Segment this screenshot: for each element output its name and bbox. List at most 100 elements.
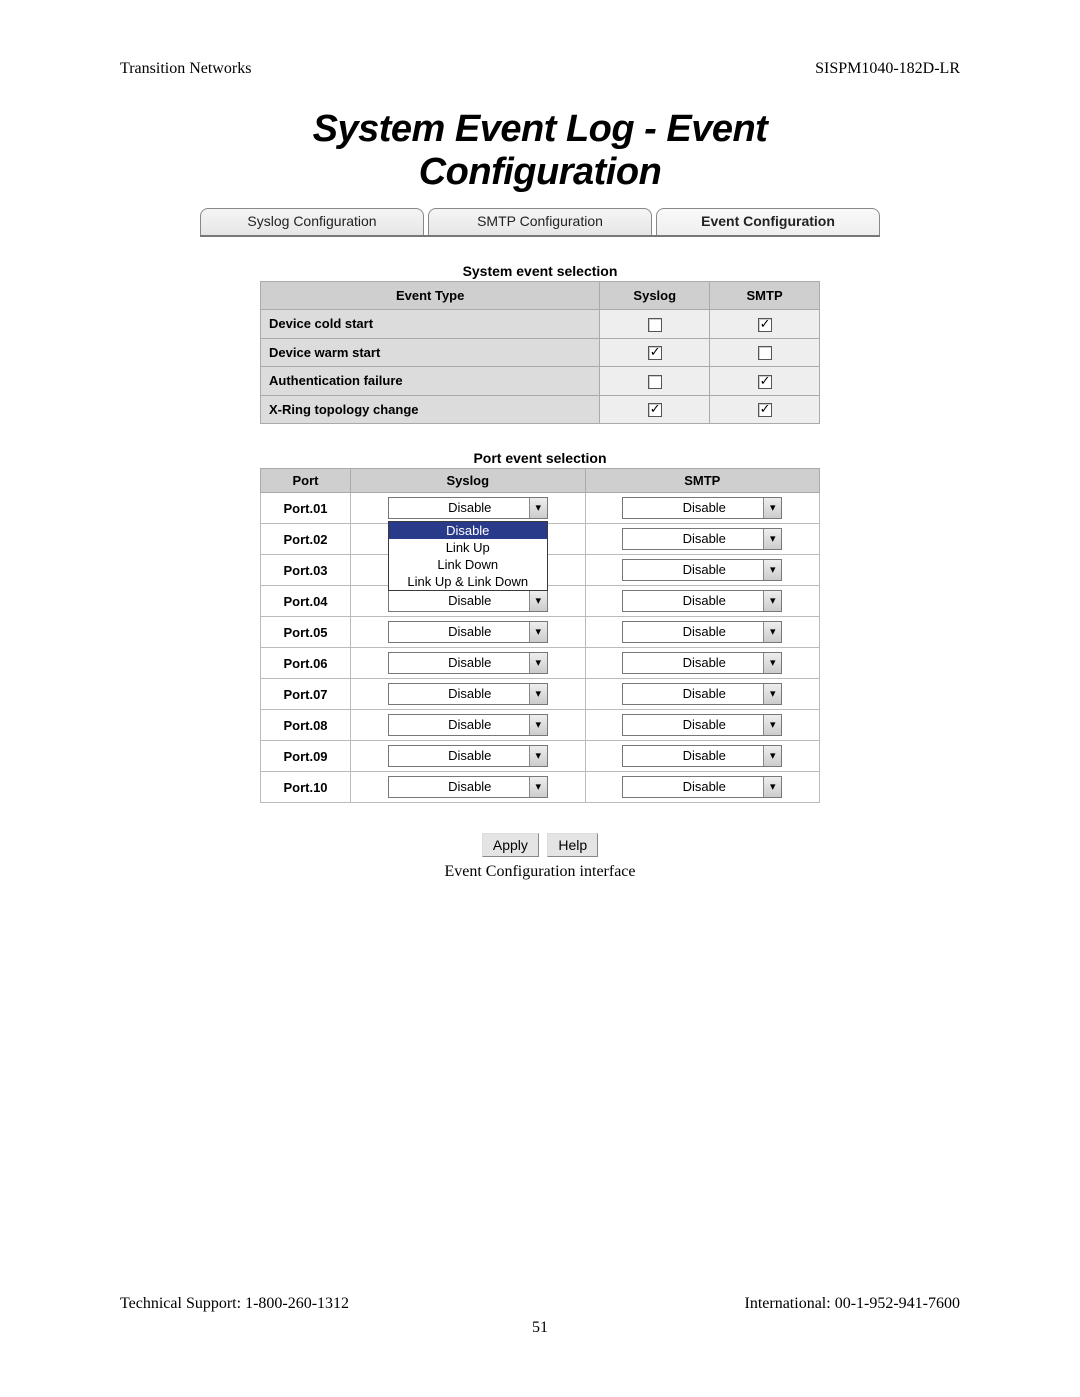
event-name: Device warm start bbox=[261, 338, 600, 367]
checkbox-smtp[interactable] bbox=[758, 403, 772, 417]
port02-smtp-select[interactable]: Disable bbox=[622, 528, 782, 550]
model-name: SISPM1040-182D-LR bbox=[815, 60, 960, 78]
chevron-down-icon bbox=[763, 622, 781, 642]
table-row: Device cold start bbox=[261, 310, 820, 339]
port03-smtp-select[interactable]: Disable bbox=[622, 559, 782, 581]
button-row: Apply Help bbox=[190, 833, 890, 857]
port10-syslog-select[interactable]: Disable bbox=[388, 776, 548, 798]
table-row: X-Ring topology change bbox=[261, 395, 820, 424]
tabs: Syslog Configuration SMTP Configuration … bbox=[200, 208, 880, 237]
event-name: X-Ring topology change bbox=[261, 395, 600, 424]
port05-syslog-select[interactable]: Disable bbox=[388, 621, 548, 643]
port08-smtp-select[interactable]: Disable bbox=[622, 714, 782, 736]
select-value: Disable bbox=[683, 531, 726, 546]
chevron-down-icon bbox=[763, 591, 781, 611]
help-button[interactable]: Help bbox=[547, 833, 598, 857]
port-name: Port.02 bbox=[261, 524, 351, 555]
port01-syslog-dropdown-menu[interactable]: Disable Link Up Link Down Link Up & Link… bbox=[388, 521, 548, 591]
option-link-down[interactable]: Link Down bbox=[389, 556, 547, 573]
vendor-name: Transition Networks bbox=[120, 60, 251, 78]
tab-event-configuration[interactable]: Event Configuration bbox=[656, 208, 880, 235]
port05-smtp-select[interactable]: Disable bbox=[622, 621, 782, 643]
port04-smtp-select[interactable]: Disable bbox=[622, 590, 782, 612]
port06-syslog-select[interactable]: Disable bbox=[388, 652, 548, 674]
chevron-down-icon bbox=[529, 715, 547, 735]
port04-syslog-select[interactable]: Disable bbox=[388, 590, 548, 612]
port01-syslog-select[interactable]: Disable bbox=[388, 497, 548, 519]
chevron-down-icon bbox=[529, 684, 547, 704]
chevron-down-icon bbox=[763, 560, 781, 580]
table-row: Port.09 Disable Disable bbox=[261, 741, 820, 772]
port-name: Port.06 bbox=[261, 648, 351, 679]
checkbox-syslog[interactable] bbox=[648, 375, 662, 389]
system-event-table: Event Type Syslog SMTP Device cold start… bbox=[260, 281, 820, 424]
chevron-down-icon bbox=[763, 746, 781, 766]
select-value: Disable bbox=[683, 717, 726, 732]
checkbox-syslog[interactable] bbox=[648, 403, 662, 417]
chevron-down-icon bbox=[529, 622, 547, 642]
select-value: Disable bbox=[683, 624, 726, 639]
option-disable[interactable]: Disable bbox=[389, 522, 547, 539]
port08-syslog-select[interactable]: Disable bbox=[388, 714, 548, 736]
chevron-down-icon bbox=[529, 653, 547, 673]
system-event-caption: System event selection bbox=[190, 263, 890, 279]
select-value: Disable bbox=[683, 748, 726, 763]
port-name: Port.08 bbox=[261, 710, 351, 741]
international-support: International: 00-1-952-941-7600 bbox=[745, 1295, 961, 1313]
col-smtp: SMTP bbox=[710, 282, 820, 310]
col-event-type: Event Type bbox=[261, 282, 600, 310]
col-port: Port bbox=[261, 469, 351, 493]
page-number: 51 bbox=[120, 1319, 960, 1337]
port09-syslog-select[interactable]: Disable bbox=[388, 745, 548, 767]
chevron-down-icon bbox=[763, 653, 781, 673]
select-value: Disable bbox=[448, 779, 491, 794]
select-value: Disable bbox=[448, 686, 491, 701]
port-event-table: Port Syslog SMTP Port.01 Disable Disable… bbox=[260, 468, 820, 803]
event-name: Authentication failure bbox=[261, 367, 600, 396]
col-syslog: Syslog bbox=[600, 282, 710, 310]
select-value: Disable bbox=[448, 717, 491, 732]
port-event-caption: Port event selection bbox=[190, 450, 890, 466]
port-name: Port.05 bbox=[261, 617, 351, 648]
figure-caption: Event Configuration interface bbox=[190, 863, 890, 881]
chevron-down-icon bbox=[529, 591, 547, 611]
select-value: Disable bbox=[683, 779, 726, 794]
col-syslog: Syslog bbox=[351, 469, 586, 493]
select-value: Disable bbox=[683, 500, 726, 515]
port06-smtp-select[interactable]: Disable bbox=[622, 652, 782, 674]
checkbox-syslog[interactable] bbox=[648, 318, 662, 332]
port07-syslog-select[interactable]: Disable bbox=[388, 683, 548, 705]
tab-smtp-configuration[interactable]: SMTP Configuration bbox=[428, 208, 652, 235]
document-footer: Technical Support: 1-800-260-1312 Intern… bbox=[120, 1295, 960, 1337]
chevron-down-icon bbox=[763, 529, 781, 549]
checkbox-smtp[interactable] bbox=[758, 346, 772, 360]
port09-smtp-select[interactable]: Disable bbox=[622, 745, 782, 767]
chevron-down-icon bbox=[529, 746, 547, 766]
table-row: Authentication failure bbox=[261, 367, 820, 396]
port-name: Port.04 bbox=[261, 586, 351, 617]
ui-panel: System Event Log - Event Configuration S… bbox=[190, 108, 890, 881]
checkbox-syslog[interactable] bbox=[648, 346, 662, 360]
select-value: Disable bbox=[448, 624, 491, 639]
col-smtp: SMTP bbox=[585, 469, 820, 493]
select-value: Disable bbox=[683, 655, 726, 670]
table-row: Port.10 Disable Disable bbox=[261, 772, 820, 803]
checkbox-smtp[interactable] bbox=[758, 318, 772, 332]
chevron-down-icon bbox=[529, 777, 547, 797]
option-link-up-and-down[interactable]: Link Up & Link Down bbox=[389, 573, 547, 590]
port07-smtp-select[interactable]: Disable bbox=[622, 683, 782, 705]
table-row: Port.05 Disable Disable bbox=[261, 617, 820, 648]
tech-support: Technical Support: 1-800-260-1312 bbox=[120, 1295, 349, 1313]
event-name: Device cold start bbox=[261, 310, 600, 339]
chevron-down-icon bbox=[529, 498, 547, 518]
page-title: System Event Log - Event Configuration bbox=[190, 108, 890, 194]
port10-smtp-select[interactable]: Disable bbox=[622, 776, 782, 798]
port01-smtp-select[interactable]: Disable bbox=[622, 497, 782, 519]
apply-button[interactable]: Apply bbox=[482, 833, 539, 857]
select-value: Disable bbox=[683, 562, 726, 577]
checkbox-smtp[interactable] bbox=[758, 375, 772, 389]
table-row: Port.08 Disable Disable bbox=[261, 710, 820, 741]
port-name: Port.03 bbox=[261, 555, 351, 586]
tab-syslog-configuration[interactable]: Syslog Configuration bbox=[200, 208, 424, 235]
option-link-up[interactable]: Link Up bbox=[389, 539, 547, 556]
